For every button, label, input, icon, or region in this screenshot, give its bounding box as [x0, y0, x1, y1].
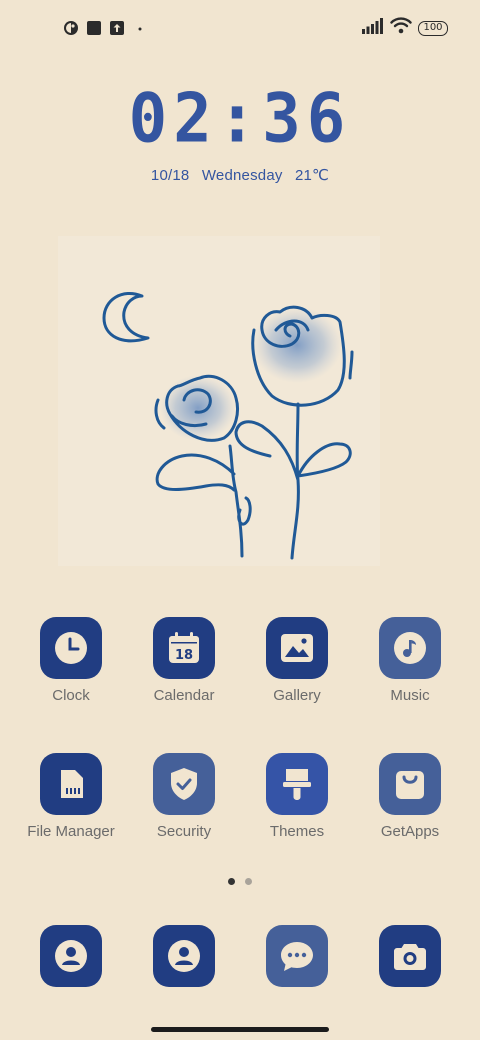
music-note-icon [394, 632, 426, 664]
app-security[interactable]: Security [129, 753, 239, 840]
signal-bars-icon [362, 17, 384, 39]
messages-icon [281, 942, 313, 971]
sd-card-icon [61, 770, 83, 798]
upload-notification-icon [108, 20, 125, 37]
square-notification-icon [85, 20, 102, 37]
date-weather: 10/18 Wednesday 21℃ [0, 166, 480, 184]
shield-check-icon [171, 768, 197, 800]
data-saver-icon [62, 20, 79, 37]
app-label: File Manager [27, 823, 115, 840]
app-calendar[interactable]: 18 Calendar [129, 617, 239, 704]
clock-app-icon[interactable] [40, 617, 102, 679]
security-app-icon[interactable] [153, 753, 215, 815]
weekday-text: Wednesday [201, 167, 283, 184]
paint-brush-icon [283, 769, 311, 800]
battery-indicator: 100 [418, 20, 448, 36]
more-dot-icon [131, 20, 148, 37]
app-label: GetApps [380, 823, 440, 840]
dock-camera[interactable] [355, 925, 465, 987]
dock-app-icon[interactable] [266, 925, 328, 987]
dock-app-icon[interactable] [379, 925, 441, 987]
app-label: Calendar [153, 687, 215, 704]
dock-messages[interactable] [242, 925, 352, 987]
file-manager-app-icon[interactable] [40, 753, 102, 815]
calendar-app-icon[interactable]: 18 [153, 617, 215, 679]
camera-icon [394, 944, 426, 970]
app-label: Gallery [273, 687, 321, 704]
status-bar: 100 [0, 0, 480, 56]
calendar-icon: 18 [169, 632, 199, 663]
page-dot-current[interactable] [228, 878, 235, 885]
notification-icons [62, 19, 148, 37]
app-music[interactable]: Music [355, 617, 465, 704]
app-label: Security [156, 823, 212, 840]
app-file-manager[interactable]: File Manager [16, 753, 126, 840]
app-label: Themes [269, 823, 325, 840]
themes-app-icon[interactable] [266, 753, 328, 815]
dock-app-icon[interactable] [40, 925, 102, 987]
wifi-icon [390, 17, 412, 39]
page-dot[interactable] [245, 878, 252, 885]
temperature-text: 21℃ [294, 167, 330, 184]
dock-contacts-2[interactable] [129, 925, 239, 987]
shopping-bag-icon [396, 771, 424, 799]
rose-line-art [58, 236, 380, 566]
app-getapps[interactable]: GetApps [355, 753, 465, 840]
page-indicator [0, 878, 480, 885]
battery-level: 100 [423, 22, 443, 33]
contacts-icon [168, 940, 200, 972]
app-gallery[interactable]: Gallery [242, 617, 352, 704]
app-label: Clock [52, 687, 90, 704]
clock-widget[interactable]: 02:36 10/18 Wednesday 21℃ [0, 79, 480, 184]
gallery-app-icon[interactable] [266, 617, 328, 679]
app-themes[interactable]: Themes [242, 753, 352, 840]
getapps-app-icon[interactable] [379, 753, 441, 815]
calendar-date-text: 18 [175, 648, 193, 663]
date-text: 10/18 [150, 167, 190, 184]
dock-app-icon[interactable] [153, 925, 215, 987]
clock-icon [55, 632, 87, 664]
system-icons: 100 [362, 17, 448, 39]
app-clock[interactable]: Clock [16, 617, 126, 704]
music-app-icon[interactable] [379, 617, 441, 679]
home-indicator[interactable] [151, 1027, 329, 1032]
gallery-icon [281, 634, 313, 662]
moon-line [102, 292, 150, 343]
contacts-icon [55, 940, 87, 972]
clock-time: 02:36 [128, 79, 352, 159]
app-label: Music [390, 687, 430, 704]
dock-contacts-1[interactable] [16, 925, 126, 987]
